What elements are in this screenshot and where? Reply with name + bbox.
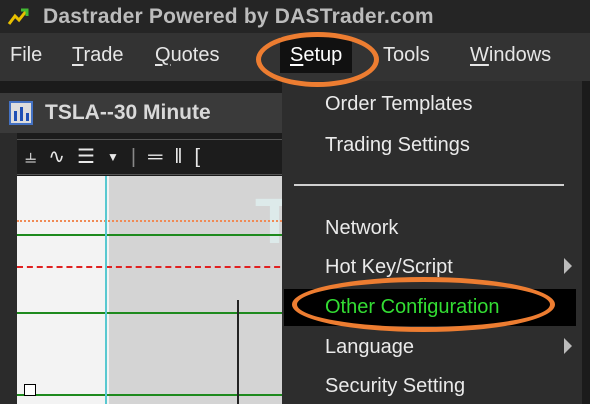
cursor-line — [237, 300, 239, 404]
menu-item-trading-settings[interactable]: Trading Settings — [325, 132, 470, 158]
bar-chart-icon[interactable]: ⫨ — [25, 147, 36, 167]
setup-dropdown-menu: Order Templates Trading Settings Network… — [282, 81, 582, 404]
menu-trade-rest: rade — [83, 44, 124, 66]
menu-bar: File Trade Quotes Setup Tools Windows — [0, 33, 590, 81]
bracket-icon[interactable]: [ — [195, 147, 201, 167]
menu-separator — [294, 184, 564, 186]
menu-item-security-setting[interactable]: Security Setting — [325, 373, 465, 399]
menu-item-network[interactable]: Network — [325, 215, 398, 241]
window-frame — [0, 133, 17, 404]
menu-setup-rest: etup — [303, 44, 343, 66]
menu-file[interactable]: File — [10, 42, 42, 68]
study-list-icon[interactable]: ☰ — [77, 147, 95, 167]
menu-tools[interactable]: Tools — [383, 42, 430, 68]
submenu-arrow-icon — [564, 338, 572, 354]
chart-window-icon — [9, 101, 33, 125]
menu-trade[interactable]: Trade — [72, 42, 124, 68]
menu-windows-mnemonic: W — [470, 44, 489, 66]
menu-quotes[interactable]: Quotes — [155, 42, 220, 68]
chart-corner-icon[interactable] — [24, 384, 36, 396]
price-line-red — [17, 266, 290, 268]
price-line-green-3 — [17, 394, 290, 396]
app-title: Dastrader Powered by DASTrader.com — [43, 4, 434, 28]
menu-item-other-configuration[interactable]: Other Configuration — [325, 294, 500, 320]
menu-quotes-rest: uotes — [170, 44, 220, 66]
menu-item-hot-key-script[interactable]: Hot Key/Script — [325, 254, 453, 280]
submenu-arrow-icon — [564, 258, 572, 274]
time-marker-line — [105, 176, 107, 404]
menu-setup[interactable]: Setup — [280, 37, 353, 73]
menu-trade-mnemonic: T — [72, 44, 84, 66]
indicator-icon[interactable]: ∿ — [48, 147, 65, 167]
chart-window-title: TSLA--30 Minute — [45, 101, 211, 124]
app-title-bar: Dastrader Powered by DASTrader.com — [0, 0, 590, 33]
menu-windows[interactable]: Windows — [470, 42, 551, 68]
chart-arrow-app-icon — [7, 6, 29, 28]
chart-toolbar: ⫨ ∿ ☰ ▼ | ═ ‖ [ — [17, 139, 290, 175]
dropdown-arrow-icon[interactable]: ▼ — [107, 147, 119, 167]
menu-quotes-mnemonic: Q — [155, 44, 171, 66]
menu-windows-rest: indows — [488, 44, 552, 66]
price-line-orange — [17, 220, 290, 222]
menu-setup-mnemonic: S — [290, 44, 304, 66]
price-line-green — [17, 234, 290, 236]
menu-item-order-templates[interactable]: Order Templates — [325, 91, 472, 117]
horizontal-line-icon[interactable]: ═ — [148, 147, 162, 167]
chart-window-title-bar[interactable]: TSLA--30 Minute — [0, 93, 290, 133]
toolbar-separator: | — [130, 146, 137, 168]
chart-plot-area[interactable]: T — [17, 176, 290, 404]
price-line-green-2 — [17, 312, 290, 314]
menu-item-language[interactable]: Language — [325, 334, 414, 360]
vertical-line-icon[interactable]: ‖ — [174, 147, 182, 167]
